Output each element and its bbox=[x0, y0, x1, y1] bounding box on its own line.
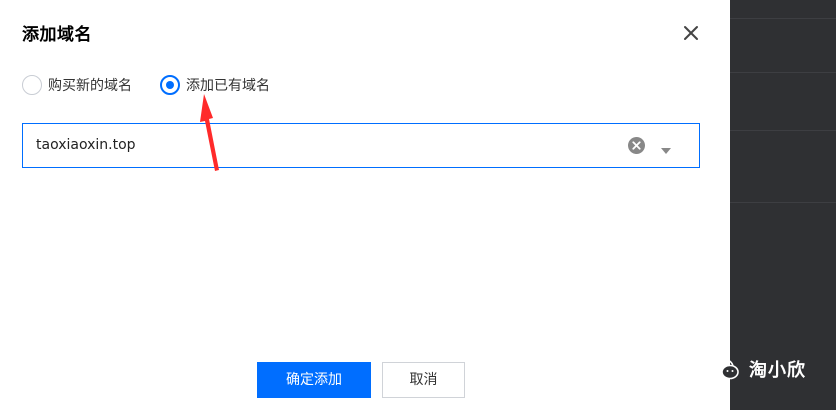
close-icon bbox=[684, 26, 698, 40]
radio-circle-unchecked[interactable] bbox=[22, 75, 42, 95]
background-panel bbox=[730, 0, 836, 410]
radio-circle-checked[interactable] bbox=[160, 75, 180, 95]
watermark-text: 淘小欣 bbox=[749, 360, 806, 381]
domain-input[interactable] bbox=[36, 124, 596, 167]
radio-label-buy-new: 购买新的域名 bbox=[48, 78, 132, 94]
radio-buy-new-domain[interactable]: 购买新的域名 bbox=[22, 74, 132, 96]
clear-circle-icon[interactable] bbox=[627, 136, 646, 155]
divider bbox=[730, 202, 836, 203]
confirm-add-button[interactable]: 确定添加 bbox=[257, 362, 371, 398]
close-button[interactable] bbox=[680, 22, 702, 44]
cancel-button[interactable]: 取消 bbox=[382, 362, 465, 398]
divider bbox=[730, 130, 836, 131]
divider bbox=[730, 18, 836, 19]
caret-down-icon[interactable] bbox=[660, 141, 672, 154]
domain-select[interactable] bbox=[22, 123, 700, 168]
divider bbox=[730, 72, 836, 73]
watermark: 淘小欣 bbox=[711, 356, 806, 382]
dialog-title: 添加域名 bbox=[22, 25, 92, 45]
add-domain-dialog: 添加域名 购买新的域名 添加已有域名 taoxiaoxin.top 确定添加 取… bbox=[0, 0, 730, 410]
wechat-icon bbox=[712, 358, 739, 380]
annotation-arrow-icon bbox=[200, 94, 219, 171]
